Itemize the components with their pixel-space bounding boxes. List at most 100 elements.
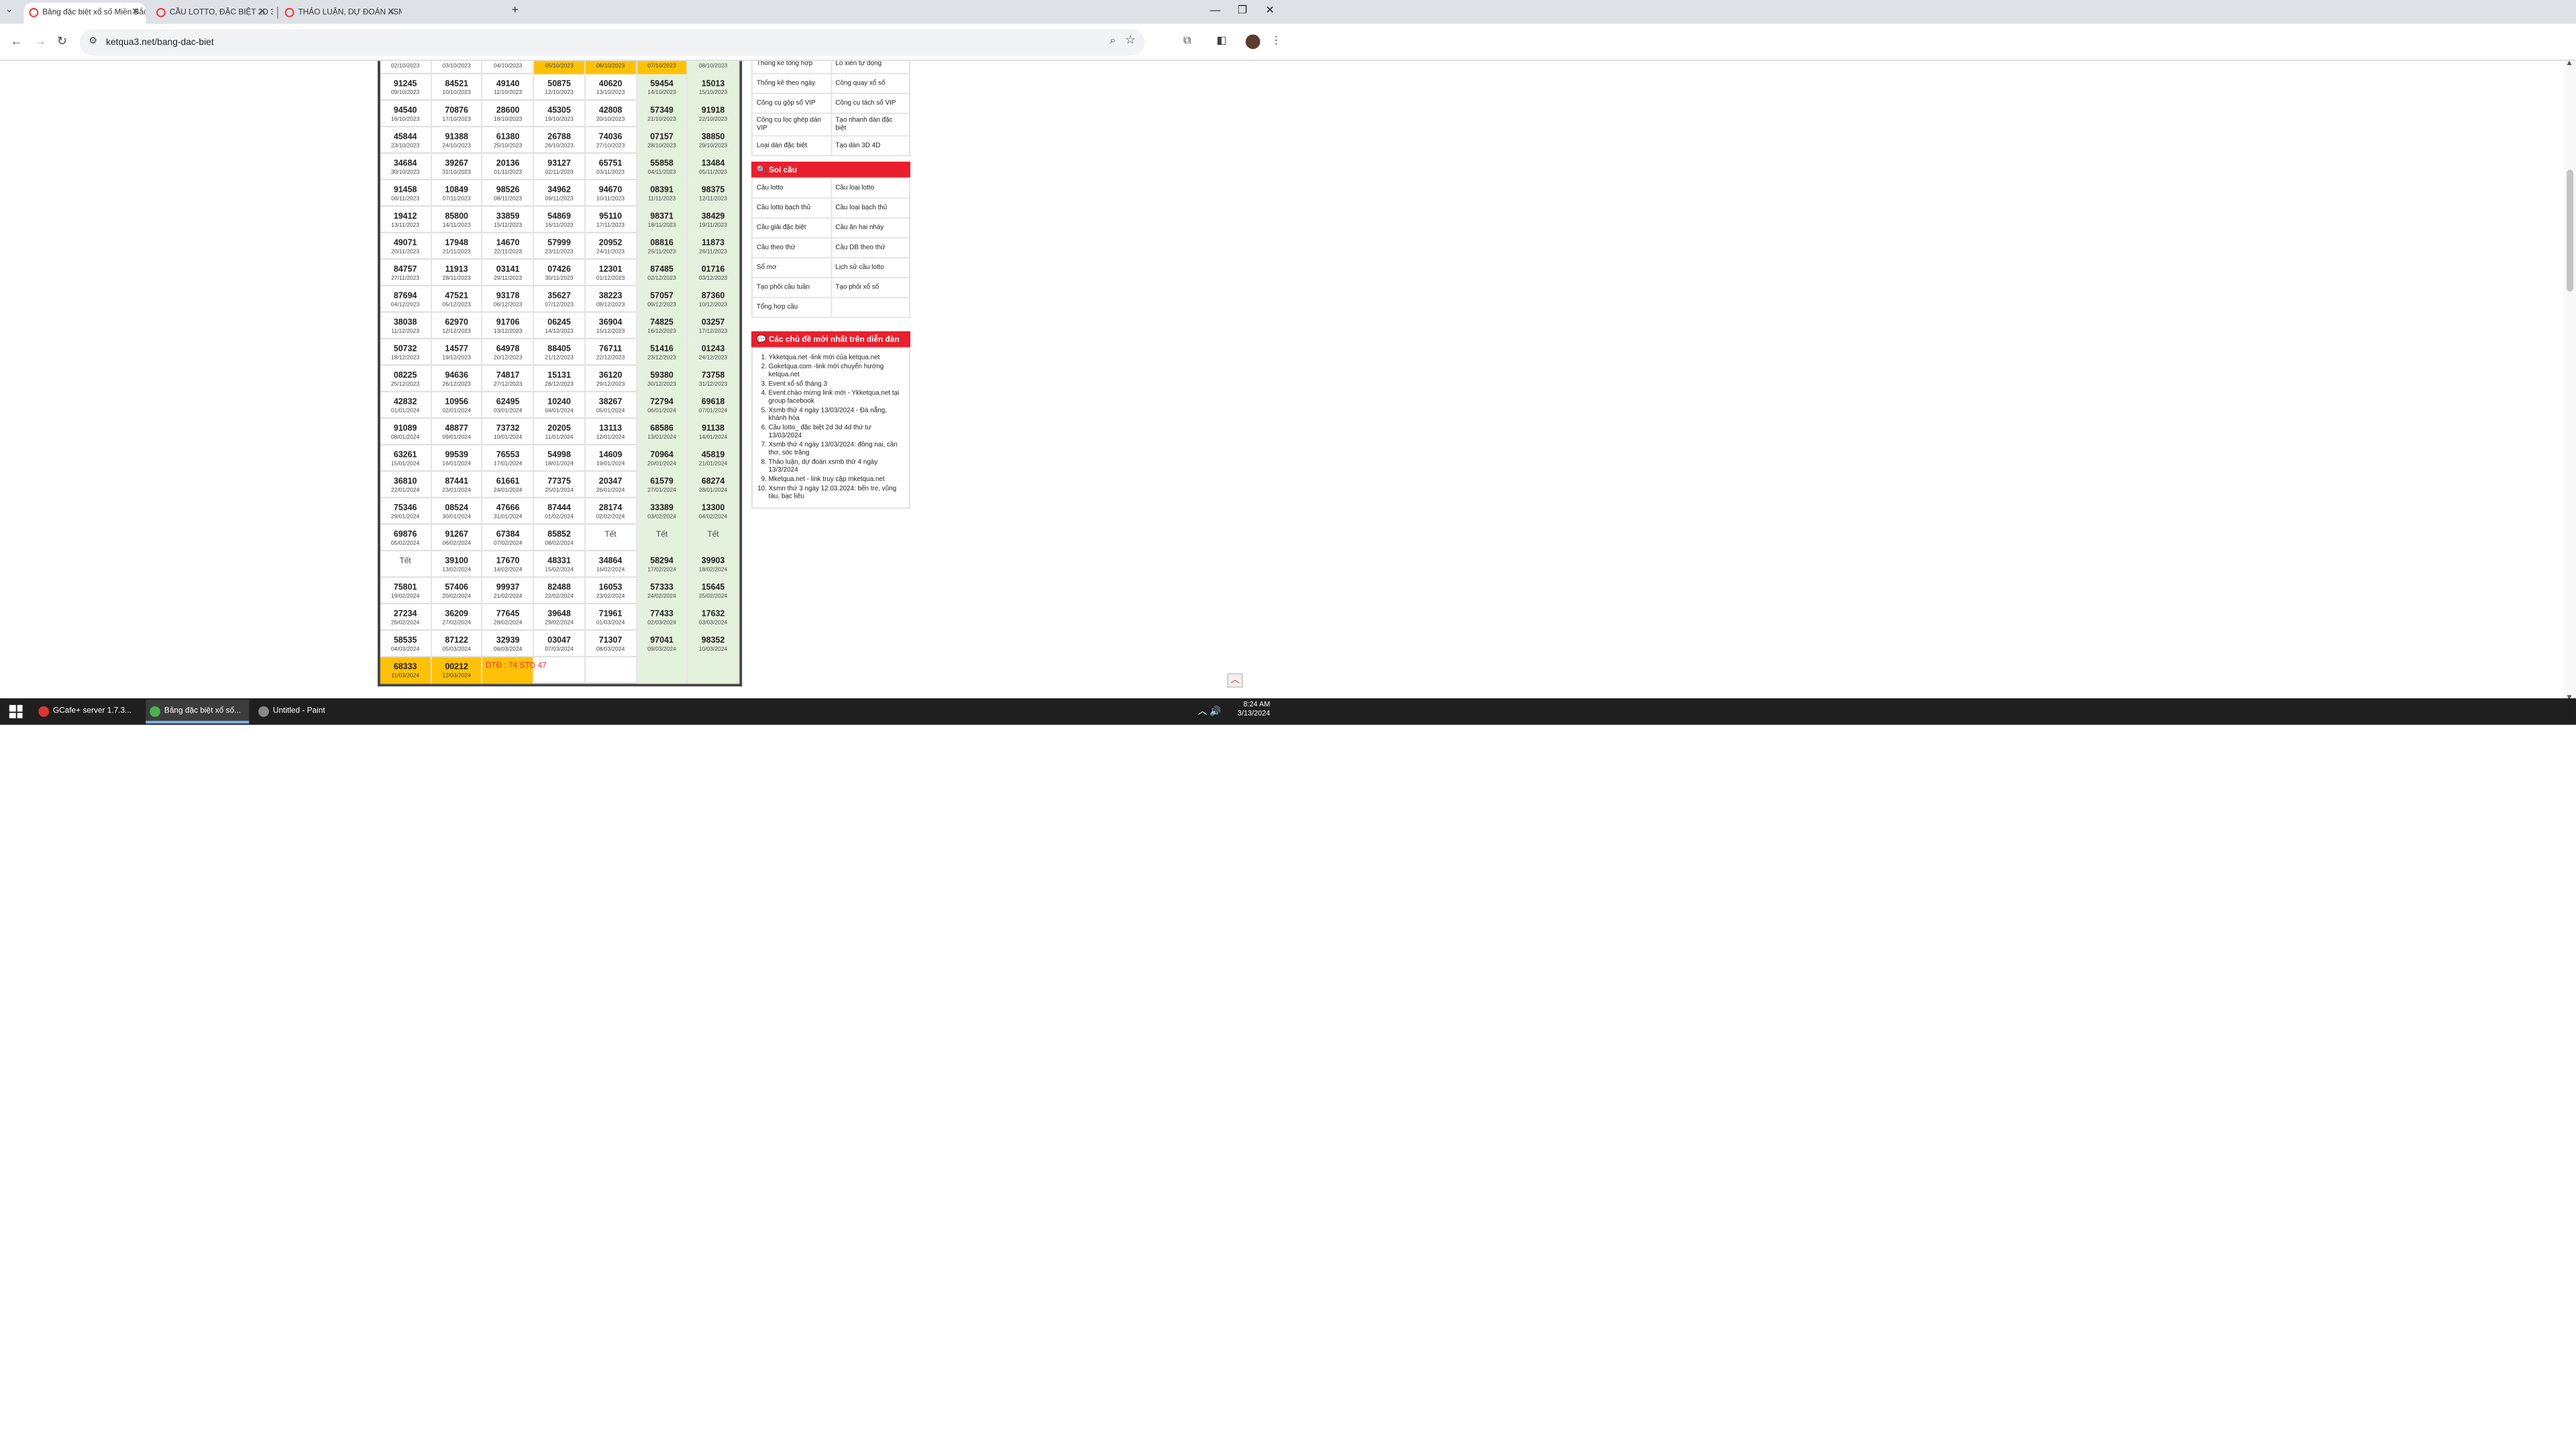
- close-tab-icon[interactable]: ✕: [131, 7, 140, 17]
- draw-date: 03/10/2023: [442, 62, 471, 69]
- extensions-icon[interactable]: ⧉: [1183, 34, 1191, 48]
- forum-topic-link[interactable]: Ykketqua.net -link mới của ketqua.net: [769, 354, 904, 362]
- forward-arrow-icon[interactable]: →: [34, 34, 46, 48]
- special-prize-number: 10240: [547, 397, 571, 407]
- system-tray[interactable]: ︿ 🔊: [1198, 705, 1222, 718]
- sidebar-link[interactable]: Cầu theo thứ: [751, 237, 832, 259]
- bookmark-star-icon[interactable]: ☆: [1125, 33, 1136, 48]
- blank-area: [0, 724, 2576, 1449]
- result-cell: 33859 15/11/2023: [483, 207, 535, 233]
- sidebar-link[interactable]: Công cụ gộp số VIP: [751, 93, 832, 114]
- forum-topic-link[interactable]: Mketqua.net - link truy cập mketqua.net: [769, 476, 904, 484]
- special-prize-number: 15645: [701, 583, 725, 592]
- sidebar-link[interactable]: Tổng hợp cầu: [751, 297, 832, 319]
- tab-bang-dac-biet[interactable]: Bảng đặc biệt xổ số Miền Bắc ✕: [23, 2, 146, 24]
- sidebar-link[interactable]: Công quay xổ số: [830, 72, 911, 95]
- back-arrow-icon[interactable]: ←: [11, 34, 23, 48]
- result-cell: 00212 12/03/2024: [431, 657, 483, 684]
- result-cell: 71307 08/03/2024: [586, 631, 637, 657]
- menu-kebab-icon[interactable]: ⋮: [1271, 34, 1281, 46]
- result-cell: 27234 26/02/2024: [380, 604, 432, 631]
- new-tab-plus-icon[interactable]: +: [511, 3, 518, 16]
- forum-topic-link[interactable]: Goketqua.com -link mới chuyển hướng ketq…: [769, 363, 904, 380]
- result-cell: 01716 03/12/2023: [688, 260, 740, 286]
- sidebar-link[interactable]: Công cụ lọc ghép dàn VIP: [751, 112, 832, 137]
- special-prize-number: 58535: [393, 636, 417, 645]
- table-row: 75801 19/02/2024 57406 20/02/2024 99937 21/02…: [380, 578, 740, 604]
- zoom-icon[interactable]: ⌕: [1110, 34, 1116, 48]
- sidebar-link[interactable]: Sổ mơ: [751, 257, 832, 278]
- sidebar-link[interactable]: Tạo nhanh dàn đặc biệt: [830, 112, 911, 137]
- result-cell: 13484 05/11/2023: [688, 154, 740, 180]
- special-prize-number: 14609: [598, 450, 623, 460]
- sidebar-link[interactable]: Công cụ tách số VIP: [830, 93, 911, 114]
- restore-icon[interactable]: ❐: [1238, 4, 1247, 16]
- special-prize-number: 54998: [547, 450, 571, 460]
- address-bar[interactable]: ⚙ ⌕ ☆: [79, 29, 1145, 56]
- scroll-up-arrow-icon[interactable]: ▲: [2565, 61, 2573, 68]
- draw-date: 23/12/2023: [647, 354, 676, 361]
- special-prize-number: 51416: [650, 344, 674, 354]
- volume-icon[interactable]: 🔊: [1210, 708, 1221, 717]
- site-info-icon[interactable]: ⚙: [89, 36, 97, 46]
- sidebar-link[interactable]: Tạo dàn 3D 4D: [830, 135, 911, 157]
- side-panel-icon[interactable]: ◧: [1216, 34, 1226, 46]
- sidebar-link[interactable]: Cầu DB theo thứ: [830, 237, 911, 259]
- show-hidden-icons-icon[interactable]: ︿: [1198, 708, 1208, 717]
- sidebar-link[interactable]: Cầu lotto bạch thủ: [751, 197, 832, 219]
- sidebar-link[interactable]: Cầu ăn hai nháy: [830, 217, 911, 239]
- special-prize-number: 33859: [496, 212, 520, 221]
- draw-date: 02/12/2023: [647, 274, 676, 281]
- draw-date: 28/01/2024: [698, 486, 728, 493]
- sidebar-link[interactable]: Tạo phôi xổ số: [830, 276, 911, 299]
- sidebar-link[interactable]: Cầu loại bạch thủ: [830, 197, 911, 219]
- sidebar-link[interactable]: Thống kê tổng hợp: [751, 60, 832, 74]
- close-window-icon[interactable]: ✕: [1265, 4, 1274, 16]
- close-tab-icon[interactable]: ✕: [387, 7, 395, 17]
- special-prize-number: 71961: [598, 609, 623, 619]
- forum-topic-link[interactable]: Thảo luận, dự đoán xsmb thứ 4 ngày 13/3/…: [769, 458, 904, 475]
- sidebar-link[interactable]: Thống kê theo ngày: [751, 72, 832, 95]
- tab-thao-luan[interactable]: THẢO LUẬN, DỰ ĐOÁN XSMB ✕: [280, 3, 402, 24]
- result-cell: 69618 07/01/2024: [688, 392, 740, 419]
- forum-topic-link[interactable]: Xsmb thứ 4 ngày 13/03/2024: đồng nai, cầ…: [769, 441, 904, 458]
- special-prize-number: 68333: [393, 662, 417, 672]
- forum-topic-link[interactable]: Event chào mừng link mới - Ykketqua.net …: [769, 389, 904, 406]
- taskbar-paint[interactable]: Untitled - Paint: [254, 700, 347, 724]
- taskbar-gcafe[interactable]: GCafe+ server 1.7.3...: [34, 700, 140, 724]
- taskbar-chrome[interactable]: Bảng đặc biệt xổ số...: [146, 699, 250, 724]
- site-favicon-icon: [284, 7, 294, 17]
- result-cell: 57057 09/12/2023: [637, 286, 688, 313]
- url-input[interactable]: [106, 34, 902, 51]
- draw-date: 15/01/2024: [390, 460, 420, 467]
- close-tab-icon[interactable]: ✕: [258, 7, 266, 17]
- taskbar-clock[interactable]: 8:24 AM 3/13/2024: [1238, 701, 1270, 720]
- result-cell: 38850 29/10/2023: [688, 127, 740, 154]
- tab-cau-lotto[interactable]: CẦU LOTTO, ĐẶC BIỆT 2D 3D ✕: [151, 3, 273, 24]
- tab-search-icon[interactable]: ⌄: [5, 4, 13, 15]
- back-to-top-button[interactable]: ︿: [1227, 673, 1243, 688]
- result-cell: 67384 07/02/2024: [483, 525, 535, 551]
- result-cell: 08816 25/11/2023: [637, 233, 688, 260]
- sidebar-link[interactable]: Cầu lotto: [751, 177, 832, 199]
- forum-topic-link[interactable]: Cầu lotto_ đặc biệt 2d 3d 4d thứ tư 13/0…: [769, 424, 904, 441]
- profile-avatar[interactable]: [1245, 34, 1260, 50]
- sidebar-link[interactable]: Cầu giải đặc biệt: [751, 217, 832, 239]
- special-prize-number: 45305: [547, 106, 571, 115]
- site-favicon-icon: [29, 7, 39, 17]
- sidebar-link[interactable]: Loại dàn đặc biệt: [751, 135, 832, 157]
- forum-topic-link[interactable]: Xsmb thứ 4 ngày 13/03/2024 - Đà nẵng, kh…: [769, 407, 904, 423]
- minimize-icon[interactable]: —: [1210, 4, 1220, 16]
- windows-start-icon[interactable]: [9, 704, 23, 718]
- sidebar-link[interactable]: Lô xiên tự động: [830, 60, 911, 74]
- sidebar-link[interactable]: Tạo phôi cầu tuần: [751, 276, 832, 299]
- scrollbar-thumb[interactable]: [2567, 169, 2574, 292]
- sidebar-link[interactable]: Cầu loại lotto: [830, 177, 911, 199]
- draw-date: 15/12/2023: [596, 327, 625, 334]
- vertical-scrollbar[interactable]: ▲ ▼: [2564, 60, 2576, 702]
- forum-topic-link[interactable]: Xsmn thứ 3 ngày 12.03.2024: bến tre, vũn…: [769, 484, 904, 501]
- sidebar-link[interactable]: Lịch sử cầu lotto: [830, 257, 911, 278]
- reload-icon[interactable]: ↻: [57, 34, 67, 49]
- forum-topic-link[interactable]: Event xổ số tháng 3: [769, 380, 904, 389]
- special-prize-number: 68274: [701, 477, 725, 486]
